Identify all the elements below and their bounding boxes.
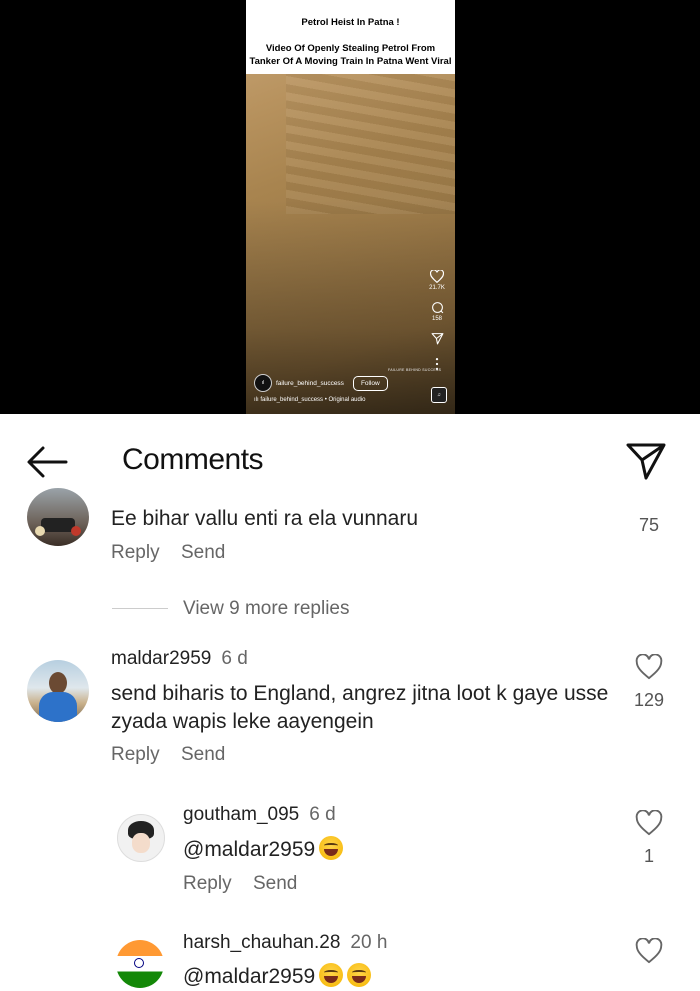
- comment-text-line2: zyada wapis leke aayengein: [111, 710, 374, 733]
- video-title-line3: Tanker Of A Moving Train In Patna Went V…: [249, 56, 452, 67]
- comment-age: 20 h: [350, 932, 388, 953]
- comment-username[interactable]: maldar2959 6 d: [111, 648, 248, 670]
- comment-age: 6 d: [221, 648, 248, 669]
- comment-text: Ee bihar vallu enti ra ela vunnaru: [111, 507, 419, 530]
- comments-header: [0, 414, 700, 504]
- mention-link[interactable]: @maldar2959: [183, 838, 315, 861]
- heart-icon[interactable]: [635, 654, 663, 680]
- avatar[interactable]: [117, 814, 165, 862]
- video-player-background: Petrol Heist In Patna ! Video Of Openly …: [0, 0, 700, 414]
- avatar[interactable]: [116, 940, 164, 988]
- video-title-lines: Video Of Openly Stealing Petrol From Tan…: [246, 42, 455, 68]
- page-title: Comments: [122, 443, 264, 476]
- comment-like-count: 1: [643, 846, 654, 866]
- send-button[interactable]: Send: [181, 542, 225, 564]
- video-frame-texture: [286, 74, 455, 214]
- laughing-emoji-icon: [319, 963, 344, 987]
- comment-age: 6 d: [309, 804, 336, 825]
- share-icon[interactable]: [431, 332, 444, 345]
- send-button[interactable]: Send: [253, 873, 297, 895]
- heart-icon[interactable]: [635, 938, 663, 964]
- heart-icon[interactable]: [635, 810, 663, 836]
- video-title-line2: Video Of Openly Stealing Petrol From: [265, 43, 436, 54]
- reel-video[interactable]: Petrol Heist In Patna ! Video Of Openly …: [246, 0, 455, 414]
- comment-username[interactable]: harsh_chauhan.28 20 h: [183, 932, 387, 954]
- view-more-replies-button[interactable]: View 9 more replies: [183, 598, 350, 620]
- video-brand-watermark: FAILURE BEHIND SUCCESS: [388, 368, 442, 372]
- video-author-avatar[interactable]: ıl: [254, 374, 272, 392]
- avatar[interactable]: [27, 660, 89, 722]
- reply-button[interactable]: Reply: [111, 744, 160, 766]
- video-audio-text: failure_behind_success • Original audio: [260, 397, 366, 403]
- comment-icon[interactable]: [431, 301, 444, 314]
- send-button[interactable]: Send: [181, 744, 225, 766]
- username-text[interactable]: goutham_095: [183, 804, 299, 825]
- username-text[interactable]: harsh_chauhan.28: [183, 932, 340, 953]
- laughing-emoji-icon: [319, 836, 344, 860]
- username-text[interactable]: maldar2959: [111, 648, 211, 669]
- video-author-row: ıl failure_behind_success Follow: [254, 374, 388, 392]
- video-like-count: 21.7K: [429, 285, 445, 291]
- replies-divider: [112, 608, 168, 609]
- comment-text-line1: send biharis to England, angrez jitna lo…: [111, 682, 609, 705]
- comment-text: @maldar2959: [183, 836, 344, 864]
- reply-button[interactable]: Reply: [183, 873, 232, 895]
- video-title-line1: Petrol Heist In Patna !: [301, 17, 400, 28]
- heart-icon[interactable]: [430, 270, 444, 283]
- audio-icon: ılı: [254, 397, 259, 403]
- back-arrow-icon[interactable]: [26, 444, 68, 480]
- laughing-emoji-icon: [347, 963, 372, 987]
- video-follow-button[interactable]: Follow: [352, 375, 388, 391]
- video-audio-label[interactable]: ılı failure_behind_success • Original au…: [254, 397, 366, 403]
- mention-link[interactable]: @maldar2959: [183, 965, 315, 988]
- comment-text: send biharis to England, angrez jitna lo…: [111, 680, 608, 736]
- comment-username[interactable]: goutham_095 6 d: [183, 804, 336, 826]
- video-action-rail: 21.7K 158: [427, 270, 447, 371]
- video-author-name[interactable]: failure_behind_success: [276, 380, 344, 387]
- comment-like-count: 75: [638, 515, 660, 535]
- avatar[interactable]: [27, 488, 89, 546]
- share-icon[interactable]: [625, 441, 667, 481]
- audio-disc-icon[interactable]: ♫: [431, 387, 447, 403]
- video-comment-count: 158: [431, 316, 442, 322]
- reply-button[interactable]: Reply: [111, 542, 160, 564]
- comment-text: @maldar2959: [183, 963, 372, 991]
- comment-like-count: 129: [633, 690, 665, 710]
